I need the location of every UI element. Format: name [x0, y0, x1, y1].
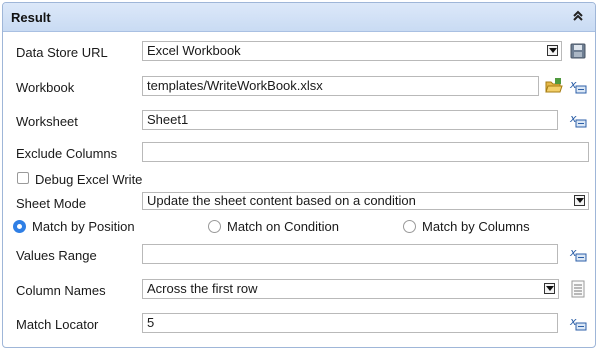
panel-header[interactable]: Result	[3, 3, 595, 32]
list-icon[interactable]	[569, 280, 587, 298]
panel-title: Result	[11, 10, 51, 25]
match-by-columns-radio[interactable]	[403, 220, 416, 233]
workbook-row: Workbook templates/WriteWorkBook.xlsx x	[3, 76, 595, 98]
debug-excel-write-checkbox[interactable]	[17, 172, 29, 184]
match-locator-label: Match Locator	[16, 317, 99, 332]
match-by-position-label[interactable]: Match by Position	[32, 219, 135, 234]
worksheet-row: Worksheet Sheet1 x	[3, 110, 595, 132]
debug-excel-write-label[interactable]: Debug Excel Write	[35, 172, 142, 187]
match-locator-input[interactable]: 5	[142, 313, 558, 333]
expression-icon[interactable]: x	[569, 77, 587, 95]
data-store-url-value: Excel Workbook	[147, 43, 241, 58]
values-range-label: Values Range	[16, 248, 97, 263]
column-names-select[interactable]: Across the first row	[142, 279, 559, 299]
save-icon[interactable]	[569, 42, 587, 60]
match-by-position-radio[interactable]	[13, 220, 26, 233]
double-chevron-up-icon[interactable]	[571, 9, 585, 23]
values-range-input[interactable]	[142, 244, 558, 264]
sheet-mode-select[interactable]: Update the sheet content based on a cond…	[142, 192, 589, 210]
column-names-label: Column Names	[16, 283, 106, 298]
match-locator-row: Match Locator 5 x	[3, 313, 595, 335]
data-store-url-label: Data Store URL	[16, 45, 108, 60]
column-names-value: Across the first row	[147, 281, 258, 296]
open-folder-icon[interactable]	[545, 77, 563, 95]
match-mode-radio-group: Match by Position Match on Condition Mat…	[3, 216, 595, 238]
match-on-condition-label[interactable]: Match on Condition	[227, 219, 339, 234]
chevron-down-icon[interactable]	[547, 45, 558, 56]
exclude-columns-row: Exclude Columns	[3, 142, 595, 164]
worksheet-input[interactable]: Sheet1	[142, 110, 558, 130]
sheet-mode-row: Sheet Mode Update the sheet content base…	[3, 192, 595, 214]
match-by-columns-label[interactable]: Match by Columns	[422, 219, 530, 234]
sheet-mode-value: Update the sheet content based on a cond…	[147, 193, 416, 208]
exclude-columns-input[interactable]	[142, 142, 589, 162]
values-range-row: Values Range x	[3, 244, 595, 266]
debug-excel-write-row: Debug Excel Write	[3, 168, 595, 190]
result-panel: Result Data Store URL Excel Workbook Wor…	[2, 2, 596, 348]
data-store-url-select[interactable]: Excel Workbook	[142, 41, 562, 61]
expression-icon[interactable]: x	[569, 111, 587, 129]
exclude-columns-label: Exclude Columns	[16, 146, 118, 161]
chevron-down-icon[interactable]	[574, 195, 585, 206]
expression-icon[interactable]: x	[569, 245, 587, 263]
chevron-down-icon[interactable]	[544, 283, 555, 294]
expression-icon[interactable]: x	[569, 314, 587, 332]
data-store-url-row: Data Store URL Excel Workbook	[3, 41, 595, 63]
workbook-label: Workbook	[16, 80, 75, 95]
workbook-input[interactable]: templates/WriteWorkBook.xlsx	[142, 76, 539, 96]
worksheet-label: Worksheet	[16, 114, 78, 129]
column-names-row: Column Names Across the first row	[3, 279, 595, 301]
match-on-condition-radio[interactable]	[208, 220, 221, 233]
sheet-mode-label: Sheet Mode	[16, 196, 87, 211]
